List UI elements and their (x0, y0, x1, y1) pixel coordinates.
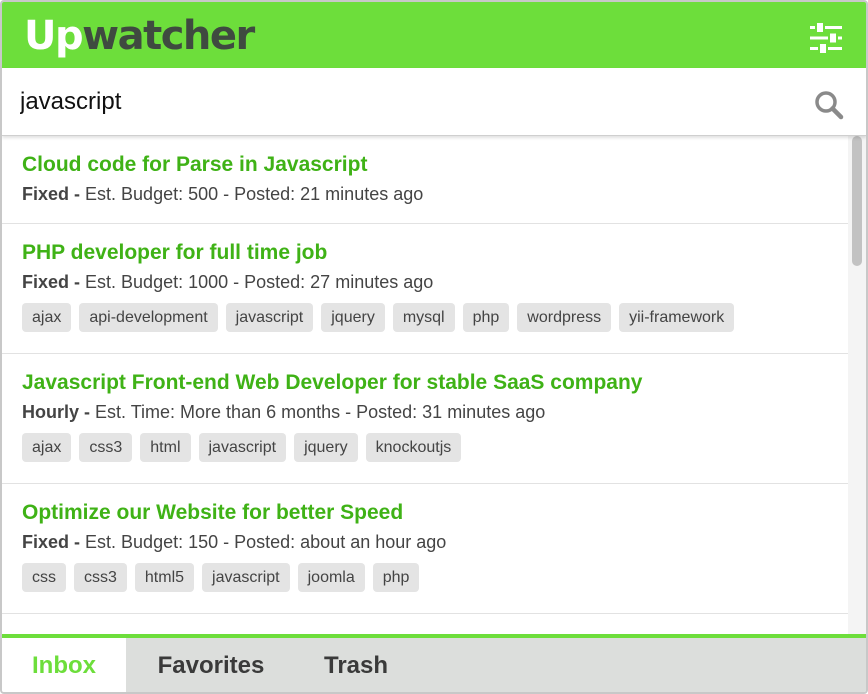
upwatcher-logo: Upwatcher (24, 10, 255, 62)
job-type: Fixed - (22, 532, 81, 552)
job-tags: ajax api-development javascript jquery mysql… (22, 303, 828, 332)
skill-tag[interactable]: ajax (22, 303, 72, 332)
logo-up-text: Up (24, 13, 84, 59)
skill-tag[interactable]: api-development (79, 303, 218, 332)
job-item[interactable]: PHP developer for full time job Fixed - E… (2, 224, 848, 354)
job-title-link[interactable]: Cloud code for Parse in Javascript (22, 152, 828, 178)
job-meta: Fixed - Est. Budget: 500 - Posted: 21 mi… (22, 182, 828, 206)
tab-favorites[interactable]: Favorites (142, 638, 280, 692)
skill-tag[interactable]: css3 (74, 563, 127, 592)
job-meta: Fixed - Est. Budget: 150 - Posted: about… (22, 530, 828, 554)
job-tags: ajax css3 html javascript jquery knockoutjs (22, 433, 828, 462)
job-list: Cloud code for Parse in Javascript Fixed … (2, 136, 848, 634)
skill-tag[interactable]: knockoutjs (365, 433, 462, 462)
skill-tag[interactable]: joomla (297, 563, 365, 592)
tab-trash[interactable]: Trash (306, 638, 406, 692)
search-input[interactable] (20, 82, 780, 122)
skill-tag[interactable]: javascript (202, 563, 290, 592)
skill-tag[interactable]: html5 (134, 563, 195, 592)
job-meta: Hourly - Est. Time: More than 6 months -… (22, 400, 828, 424)
tab-bar: Inbox Favorites Trash (2, 634, 866, 692)
job-tags: css css3 html5 javascript joomla php (22, 563, 828, 592)
skill-tag[interactable]: php (462, 303, 510, 332)
job-meta: Fixed - Est. Budget: 1000 - Posted: 27 m… (22, 270, 828, 294)
job-title-link[interactable]: PHP developer for full time job (22, 240, 828, 266)
job-item[interactable]: Optimize our Website for better Speed Fix… (2, 484, 848, 614)
search-icon[interactable] (814, 90, 844, 120)
skill-tag[interactable]: yii-framework (619, 303, 735, 332)
filter-settings-button[interactable] (808, 21, 844, 55)
tab-inbox[interactable]: Inbox (2, 638, 126, 692)
skill-tag[interactable]: jquery (321, 303, 385, 332)
logo-watcher-text: watcher (82, 13, 255, 59)
job-details: Est. Budget: 500 - Posted: 21 minutes ag… (85, 184, 424, 204)
job-type: Hourly - (22, 402, 91, 422)
job-details: Est. Time: More than 6 months - Posted: … (95, 402, 546, 422)
scrollbar[interactable] (848, 136, 866, 634)
scrollbar-thumb[interactable] (852, 136, 862, 266)
skill-tag[interactable]: ajax (22, 433, 72, 462)
app-header: Upwatcher (2, 2, 866, 68)
job-title-link[interactable]: Optimize our Website for better Speed (22, 500, 828, 526)
app-window: Upwatcher Cloud code for Parse in Javasc… (0, 0, 868, 694)
job-item[interactable]: Javascript Front-end Web Developer for s… (2, 354, 848, 484)
skill-tag[interactable]: wordpress (517, 303, 612, 332)
skill-tag[interactable]: jquery (294, 433, 358, 462)
job-item[interactable]: Cloud code for Parse in Javascript Fixed … (2, 136, 848, 224)
job-type: Fixed - (22, 184, 81, 204)
job-type: Fixed - (22, 272, 81, 292)
search-bar (2, 68, 866, 136)
skill-tag[interactable]: css (22, 563, 66, 592)
skill-tag[interactable]: javascript (198, 433, 287, 462)
sliders-icon (810, 21, 842, 55)
job-title-link[interactable]: Javascript Front-end Web Developer for s… (22, 370, 828, 396)
job-details: Est. Budget: 1000 - Posted: 27 minutes a… (85, 272, 434, 292)
skill-tag[interactable]: php (372, 563, 420, 592)
skill-tag[interactable]: css3 (79, 433, 133, 462)
skill-tag[interactable]: javascript (225, 303, 314, 332)
skill-tag[interactable]: mysql (392, 303, 455, 332)
job-details: Est. Budget: 150 - Posted: about an hour… (85, 532, 447, 552)
skill-tag[interactable]: html (140, 433, 191, 462)
